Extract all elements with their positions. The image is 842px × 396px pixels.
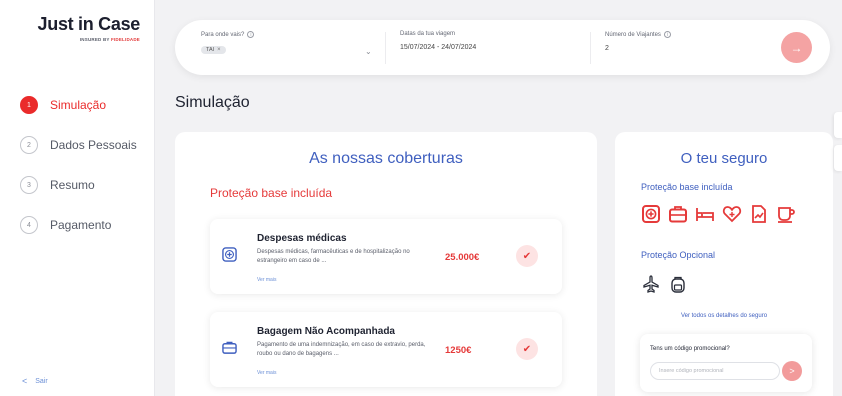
side-tab[interactable] [834,145,842,171]
coverage-item-luggage: Bagagem Não Acompanhada Pagamento de uma… [210,312,562,387]
side-tab[interactable] [834,112,842,138]
trip-search-bar: Para onde vais? i TAI × ⌄ Datas da tua v… [175,20,830,75]
dates-label: Datas da tua viagem [400,31,456,37]
promo-code-input[interactable] [650,362,780,380]
step-label: Simulação [50,98,107,112]
medical-plus-icon [222,247,237,262]
brand-tagline-brand: FIDELIDADE [111,37,140,42]
travelers-value: 2 [605,45,609,52]
coverage-name: Bagagem Não Acompanhada [257,326,395,337]
insurance-summary-card: O teu seguro Proteção base incluída Prot… [615,132,833,396]
coverages-subtitle: Proteção base incluída [210,186,333,200]
travelers-field[interactable]: Número de Viajantes i 2 [605,31,671,52]
insurance-details-link[interactable]: Ver todos os detalhes do seguro [615,313,833,319]
airplane-icon [643,275,659,293]
step-pagamento[interactable]: 4 Pagamento [20,215,137,235]
arrow-right-icon: → [790,40,803,55]
coverages-card: As nossas coberturas Proteção base inclu… [175,132,597,396]
check-icon[interactable]: ✔ [516,245,538,267]
sidebar: Just in Case INSURED BY FIDELIDADE 1 Sim… [0,0,155,396]
destination-field[interactable]: Para onde vais? i TAI × [201,31,255,56]
travelers-label-row: Número de Viajantes i [605,31,671,38]
coverage-name: Despesas médicas [257,233,347,244]
divider [385,32,386,64]
info-icon[interactable]: i [663,31,671,38]
promo-submit-button[interactable]: > [782,361,802,381]
step-dados-pessoais[interactable]: 2 Dados Pessoais [20,135,137,155]
chevron-down-icon[interactable]: ⌄ [365,47,372,56]
divider [590,32,591,64]
backpack-icon [671,276,685,293]
destination-label: Para onde vais? [201,31,245,38]
destination-label-row: Para onde vais? i [201,31,255,38]
coverage-description: Despesas médicas, farmacêuticas e de hos… [257,249,410,264]
step-number: 2 [20,136,38,154]
promo-label: Tens um código promocional? [650,346,730,352]
step-number: 1 [20,96,38,114]
step-label: Pagamento [50,218,112,232]
logout-link[interactable]: < Sair [22,376,48,386]
coverage-description: Pagamento de uma indemnização, em caso d… [257,342,426,357]
promo-code-box: Tens um código promocional? > [640,334,812,392]
steps-nav: 1 Simulação 2 Dados Pessoais 3 Resumo 4 … [20,95,137,255]
dates-value: 15/07/2024 - 24/07/2024 [400,44,477,51]
brand-name: Just in Case [37,14,141,34]
brand-logo: Just in Case INSURED BY FIDELIDADE [30,14,141,42]
coffee-cup-icon [778,207,795,223]
briefcase-icon [669,206,687,223]
coverage-item-medical: Despesas médicas Despesas médicas, farma… [210,219,562,294]
coverage-amount: 1250€ [445,345,472,356]
briefcase-icon [222,341,237,354]
insurance-title: O teu seguro [680,150,768,167]
optional-protection-heading: Proteção Opcional [641,250,716,260]
brand-tagline: INSURED BY FIDELIDADE [30,37,140,42]
info-icon[interactable]: i [247,31,255,38]
step-resumo[interactable]: 3 Resumo [20,175,137,195]
remove-tag-icon[interactable]: × [217,47,221,53]
step-label: Resumo [50,178,95,192]
base-protection-heading: Proteção base incluída [641,182,733,192]
destination-tag: TAI × [201,46,226,54]
step-number: 4 [20,216,38,234]
destination-tag-label: TAI [206,47,215,53]
bed-icon [696,208,714,221]
travelers-label: Número de Viajantes [605,31,661,38]
search-submit-button[interactable]: → [781,32,812,63]
step-simulacao[interactable]: 1 Simulação [20,95,137,115]
see-more-link[interactable]: Ver mais [257,370,276,376]
step-number: 3 [20,176,38,194]
travel-dates-field[interactable]: Datas da tua viagem 15/07/2024 - 24/07/2… [400,31,476,51]
chevron-right-icon: > [789,366,795,376]
step-label: Dados Pessoais [50,138,137,152]
heart-plus-icon [722,206,742,223]
base-protection-icons [641,204,796,224]
medical-plus-icon [642,205,660,223]
chevron-left-icon: < [22,376,28,386]
see-more-link[interactable]: Ver mais [257,277,276,283]
coverage-amount: 25.000€ [445,252,480,263]
brand-tagline-prefix: INSURED BY [79,37,110,42]
coverages-title: As nossas coberturas [309,150,463,167]
document-chart-icon [752,205,766,223]
optional-protection-icons [641,274,688,294]
logout-label: Sair [35,377,48,385]
check-icon[interactable]: ✔ [516,338,538,360]
page-title: Simulação [175,94,250,111]
